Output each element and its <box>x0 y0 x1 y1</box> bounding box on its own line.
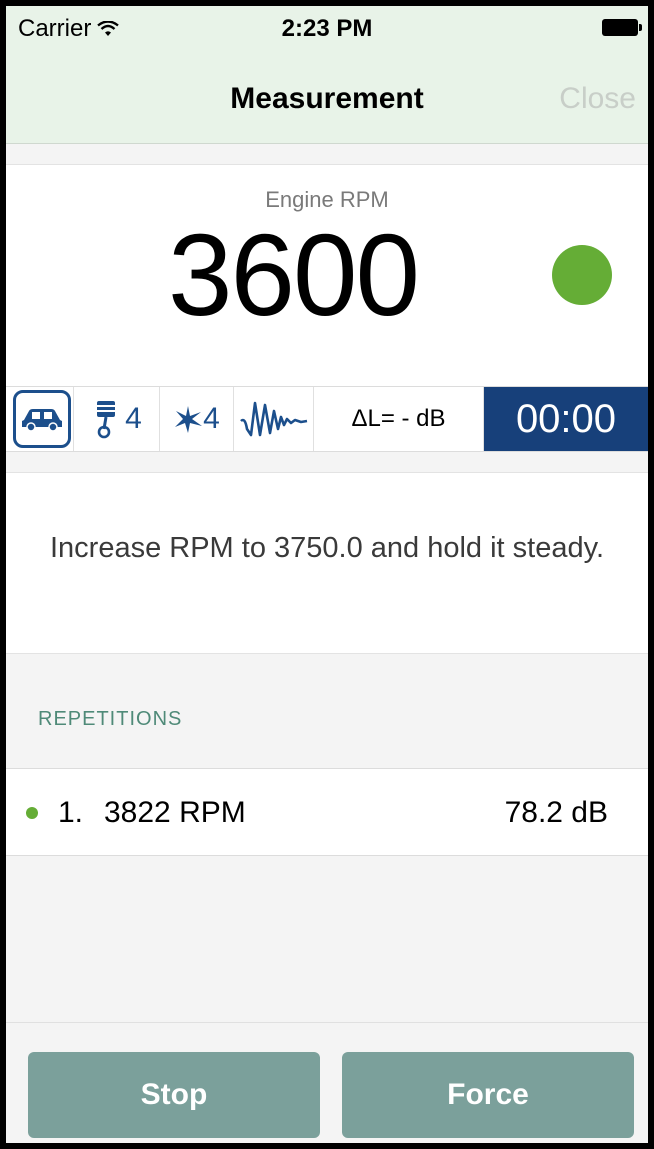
repetition-level: 78.2 dB <box>504 796 608 829</box>
status-bar: Carrier 2:23 PM <box>6 6 648 48</box>
force-button[interactable]: Force <box>342 1052 634 1138</box>
cylinders-count: 4 <box>125 402 142 435</box>
ignitions-count: 4 <box>203 402 220 435</box>
repetitions-header: REPETITIONS <box>38 708 183 730</box>
status-time: 2:23 PM <box>281 15 373 42</box>
app-screen: Carrier 2:23 PM Measurement Close Engine… <box>6 6 648 1143</box>
list-item[interactable]: 1. 3822 RPM 78.2 dB <box>6 769 648 855</box>
car-icon <box>21 409 62 432</box>
engine-rpm-value: 3600 <box>168 210 420 340</box>
piston-icon <box>97 401 116 439</box>
repetition-rpm: 3822 RPM <box>104 796 246 829</box>
battery-icon <box>602 19 642 36</box>
navigation-bar: Measurement Close <box>6 48 648 144</box>
action-footer: Stop Force <box>6 1022 648 1143</box>
cylinders-button[interactable]: 4 <box>78 387 160 451</box>
status-dot <box>26 807 38 819</box>
timer-display: 00:00 <box>484 387 648 451</box>
close-button[interactable]: Close <box>559 82 636 116</box>
instruction-card: Increase RPM to 3750.0 and hold it stead… <box>6 472 648 654</box>
delta-level-readout: ΔL= - dB <box>314 387 484 451</box>
ignitions-button[interactable]: 4 <box>160 387 234 451</box>
waveform-button[interactable] <box>234 387 314 451</box>
engine-rpm-card: Engine RPM 3600 <box>6 164 648 386</box>
instruction-text: Increase RPM to 3750.0 and hold it stead… <box>49 532 605 564</box>
status-indicator <box>552 245 612 305</box>
vehicle-type-button[interactable] <box>10 387 74 451</box>
waveform-icon <box>239 401 307 437</box>
page-title: Measurement <box>230 82 424 115</box>
spark-icon <box>175 406 203 433</box>
stop-button[interactable]: Stop <box>28 1052 320 1138</box>
repetition-index: 1. <box>58 796 84 829</box>
repetitions-list: 1. 3822 RPM 78.2 dB <box>6 768 648 856</box>
measurement-toolbar: 4 4 ΔL= - dB 00:00 <box>6 386 648 452</box>
